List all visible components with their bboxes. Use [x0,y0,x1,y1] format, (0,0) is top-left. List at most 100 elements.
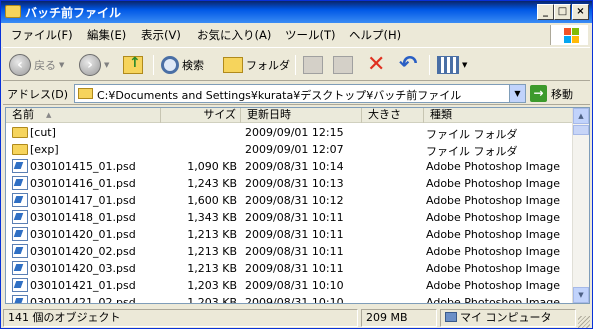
column-size[interactable]: サイズ [161,108,241,123]
file-name: [cut] [30,126,56,139]
file-name: [exp] [30,143,59,156]
file-type: Adobe Photoshop Image [426,245,561,258]
close-button[interactable]: × [572,4,589,20]
file-size: 1,213 KB [187,262,237,275]
file-size: 1,213 KB [187,245,237,258]
go-label: 移動 [551,87,573,101]
list-item[interactable]: [exp] 2009/09/01 12:07 ファイル フォルダ [6,141,574,158]
copy-to-button[interactable] [333,52,353,78]
file-modified: 2009/08/31 10:10 [245,296,344,304]
list-item[interactable]: 030101420_03.psd 1,213 KB 2009/08/31 10:11… [6,260,574,277]
forward-button[interactable]: › ▼ [79,52,109,78]
column-type[interactable]: 種類 [424,108,574,123]
column-modified[interactable]: 更新日時 [241,108,362,123]
menu-tools[interactable]: ツール(T) [285,27,336,43]
title-bar[interactable]: バッチ前ファイル _ □ × [1,1,592,23]
list-item[interactable]: 030101421_02.psd 1,203 KB 2009/08/31 10:10… [6,294,574,304]
column-name-label: 名前 [12,108,34,121]
delete-button[interactable]: ✕ [367,52,385,78]
file-modified: 2009/08/31 10:11 [245,245,344,258]
column-header: 名前 ▲ サイズ 更新日時 大きさ 種類 [6,108,574,123]
file-type: Adobe Photoshop Image [426,262,561,275]
undo-button[interactable]: ↶ [399,52,417,78]
up-folder-button[interactable]: ↑ [123,52,143,78]
psd-file-icon [12,176,28,190]
go-button[interactable]: → 移動 [530,85,573,102]
file-type: Adobe Photoshop Image [426,177,561,190]
standard-toolbar: ‹ 戻る ▼ › ▼ ↑ 検索 フォルダ ✕ ↶ ▼ [3,47,590,81]
file-size: 1,090 KB [187,160,237,173]
search-icon [161,56,179,74]
menu-edit[interactable]: 編集(E) [87,27,126,43]
status-bar: 141 個のオブジェクト 209 MB マイ コンピュータ [3,307,590,328]
back-button[interactable]: ‹ 戻る ▼ [9,52,64,78]
psd-file-icon [12,295,28,303]
views-button[interactable]: ▼ [437,52,467,78]
address-dropdown-button[interactable]: ▼ [509,85,525,102]
column-name[interactable]: 名前 ▲ [6,108,161,123]
folder-icon [12,127,28,138]
psd-file-icon [12,261,28,275]
list-item[interactable]: 030101420_01.psd 1,213 KB 2009/08/31 10:11… [6,226,574,243]
folders-button[interactable]: フォルダ [223,52,290,78]
menu-bar: ファイル(F) 編集(E) 表示(V) お気に入り(A) ツール(T) ヘルプ(… [3,25,590,44]
vertical-scrollbar[interactable]: ▲ ▼ [572,108,589,303]
list-item[interactable]: [cut] 2009/09/01 12:15 ファイル フォルダ [6,124,574,141]
chevron-down-icon: ▼ [59,61,65,69]
file-modified: 2009/08/31 10:11 [245,262,344,275]
file-type: Adobe Photoshop Image [426,279,561,292]
resize-grip[interactable] [578,316,590,328]
file-type: ファイル フォルダ [426,128,518,141]
menu-favorites[interactable]: お気に入り(A) [197,27,271,43]
menu-help[interactable]: ヘルプ(H) [349,27,401,43]
file-name: 030101418_01.psd [30,211,136,224]
psd-file-icon [12,244,28,258]
address-label: アドレス(D) [7,88,69,101]
scroll-thumb[interactable] [573,125,589,135]
file-name: 030101421_01.psd [30,279,136,292]
address-input[interactable]: C:¥Documents and Settings¥kurata¥デスクトップ¥… [74,84,526,103]
undo-icon: ↶ [399,52,418,77]
move-to-icon [303,56,323,74]
list-item[interactable]: 030101417_01.psd 1,600 KB 2009/08/31 10:12… [6,192,574,209]
file-modified: 2009/09/01 12:07 [245,143,344,156]
windows-logo-icon [550,25,588,45]
list-item[interactable]: 030101420_02.psd 1,213 KB 2009/08/31 10:11… [6,243,574,260]
status-location: マイ コンピュータ [440,309,576,327]
status-object-count: 141 個のオブジェクト [3,309,358,327]
folder-icon [5,5,21,18]
menu-file[interactable]: ファイル(F) [11,27,73,43]
scroll-down-button[interactable]: ▼ [573,287,589,303]
explorer-window: バッチ前ファイル _ □ × ファイル(F) 編集(E) 表示(V) お気に入り… [0,0,593,329]
file-size: 1,203 KB [187,279,237,292]
file-modified: 2009/09/01 12:15 [245,126,344,139]
status-total-size: 209 MB [361,309,437,327]
back-arrow-icon: ‹ [9,54,31,76]
file-name: 030101416_01.psd [30,177,136,190]
minimize-button[interactable]: _ [537,4,554,20]
forward-arrow-icon: › [79,54,101,76]
sort-arrow-icon: ▲ [46,111,52,119]
column-size2[interactable]: 大きさ [362,108,424,123]
search-button[interactable]: 検索 [161,52,204,78]
go-arrow-icon: → [530,85,547,102]
file-type: Adobe Photoshop Image [426,194,561,207]
back-label: 戻る [34,59,56,72]
menu-view[interactable]: 表示(V) [141,27,181,43]
file-modified: 2009/08/31 10:13 [245,177,344,190]
list-item[interactable]: 030101416_01.psd 1,243 KB 2009/08/31 10:13… [6,175,574,192]
list-item[interactable]: 030101421_01.psd 1,203 KB 2009/08/31 10:10… [6,277,574,294]
folders-icon [223,57,243,73]
file-modified: 2009/08/31 10:12 [245,194,344,207]
delete-x-icon: ✕ [367,52,386,77]
file-name: 030101415_01.psd [30,160,136,173]
scroll-up-button[interactable]: ▲ [573,108,589,124]
move-to-button[interactable] [303,52,323,78]
file-type: Adobe Photoshop Image [426,228,561,241]
file-modified: 2009/08/31 10:11 [245,211,344,224]
list-item[interactable]: 030101418_01.psd 1,343 KB 2009/08/31 10:11… [6,209,574,226]
file-size: 1,343 KB [187,211,237,224]
maximize-button[interactable]: □ [554,4,571,20]
file-name: 030101421_02.psd [30,296,136,304]
list-item[interactable]: 030101415_01.psd 1,090 KB 2009/08/31 10:14… [6,158,574,175]
